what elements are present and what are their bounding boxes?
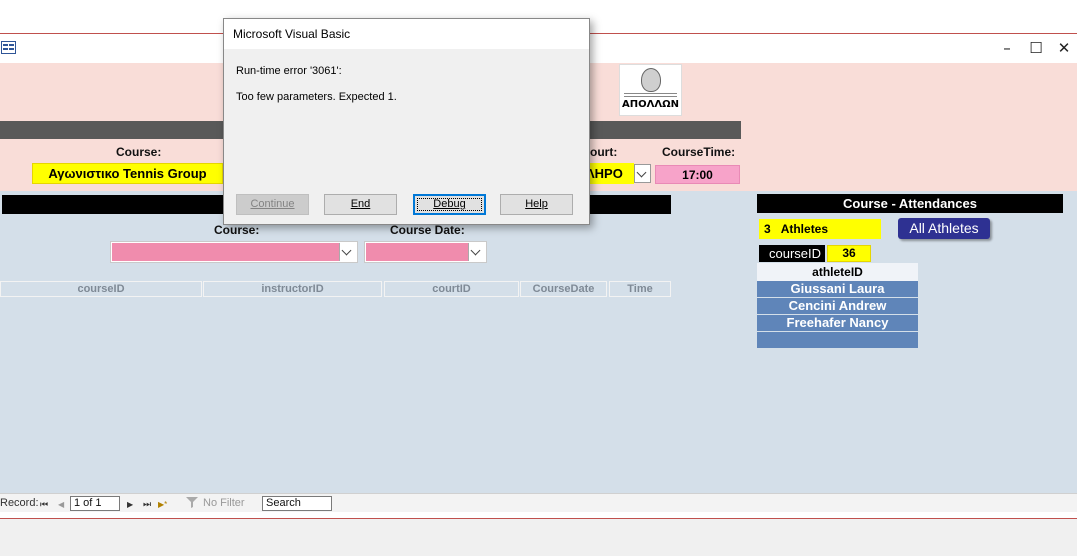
filter-course-date-combo[interactable] [364,241,487,263]
athletes-count-box: 3 Athletes [759,219,881,239]
all-athletes-button[interactable]: All Athletes [898,218,990,239]
apollon-logo: ΑΠΟΛΛΩΝ [619,64,682,116]
new-record-icon[interactable]: ▶* [158,498,167,511]
record-label: Record: [0,497,39,509]
attendance-courseid-label: courseID [759,245,825,262]
filter-course-combo[interactable] [110,241,358,263]
record-position-input[interactable]: 1 of 1 [70,496,120,511]
attendances-title: Course - Attendances [757,194,1063,213]
maximize-button[interactable]: ☐ [1023,38,1049,58]
court-label: ourt: [590,145,618,159]
form-icon [1,41,16,54]
course-label: Course: [116,145,162,159]
previous-record-icon[interactable]: ◀ [58,498,64,511]
column-header-instructorid[interactable]: instructorID [203,281,382,297]
funnel-icon [186,497,198,512]
debug-button[interactable]: Debug [413,194,486,215]
help-button-label: Help [525,198,548,210]
coursetime-label: CourseTime: [662,145,736,159]
dialog-error-code: Run-time error '3061': [236,65,342,77]
coursetime-value[interactable]: 17:00 [655,165,740,184]
search-input[interactable]: Search [262,496,332,511]
minimize-button[interactable]: – [994,38,1020,58]
column-header-coursedate[interactable]: CourseDate [520,281,607,297]
dialog-title: Microsoft Visual Basic [224,19,589,49]
dialog-error-message: Too few parameters. Expected 1. [236,91,397,103]
continue-button[interactable]: Continue [236,194,309,215]
help-button[interactable]: Help [500,194,573,215]
filter-course-dropdown-button[interactable] [339,243,356,261]
chevron-down-icon [470,245,481,256]
attendance-courseid-value[interactable]: 36 [827,245,871,262]
continue-button-label: Continue [250,198,295,210]
first-record-icon[interactable]: ⏮ [40,498,48,511]
court-dropdown-button[interactable] [634,164,651,183]
status-area [0,519,1077,556]
column-header-courtid[interactable]: courtID [384,281,519,297]
athletes-count-number: 3 [764,222,771,236]
logo-band [624,93,677,97]
filter-course-date-label: Course Date: [390,223,465,237]
logo-head-icon [641,68,661,92]
athlete-row[interactable]: Freehafer Nancy [757,315,918,332]
close-button[interactable]: ✕ [1051,38,1077,58]
chevron-down-icon [636,167,647,178]
column-header-courseid[interactable]: courseID [0,281,202,297]
athlete-row-new[interactable] [757,332,918,349]
next-record-icon[interactable]: ▶ [127,498,133,511]
athleteid-column-header[interactable]: athleteID [757,263,918,281]
last-record-icon[interactable]: ⏭ [143,498,151,511]
filter-date-dropdown-button[interactable] [468,243,485,261]
column-header-time[interactable]: Time [609,281,671,297]
filter-course-label: Course: [214,223,260,237]
logo-text: ΑΠΟΛΛΩΝ [622,99,679,110]
end-button-label: End [350,198,371,210]
athletes-count-label: Athletes [780,222,829,236]
athlete-row[interactable]: Giussani Laura [757,281,918,298]
athlete-row[interactable]: Cencini Andrew [757,298,918,315]
debug-button-label: Debug [433,198,466,210]
chevron-down-icon [341,245,352,256]
course-value[interactable]: Αγωνιστικο Tennis Group [32,163,223,184]
end-button[interactable]: End [324,194,397,215]
record-navigator: Record: ⏮ ◀ 1 of 1 ▶ ⏭ ▶* No Filter Sear… [0,493,1077,512]
vba-error-dialog: Microsoft Visual Basic Run-time error '3… [223,18,590,225]
no-filter-indicator[interactable]: No Filter [203,497,245,510]
